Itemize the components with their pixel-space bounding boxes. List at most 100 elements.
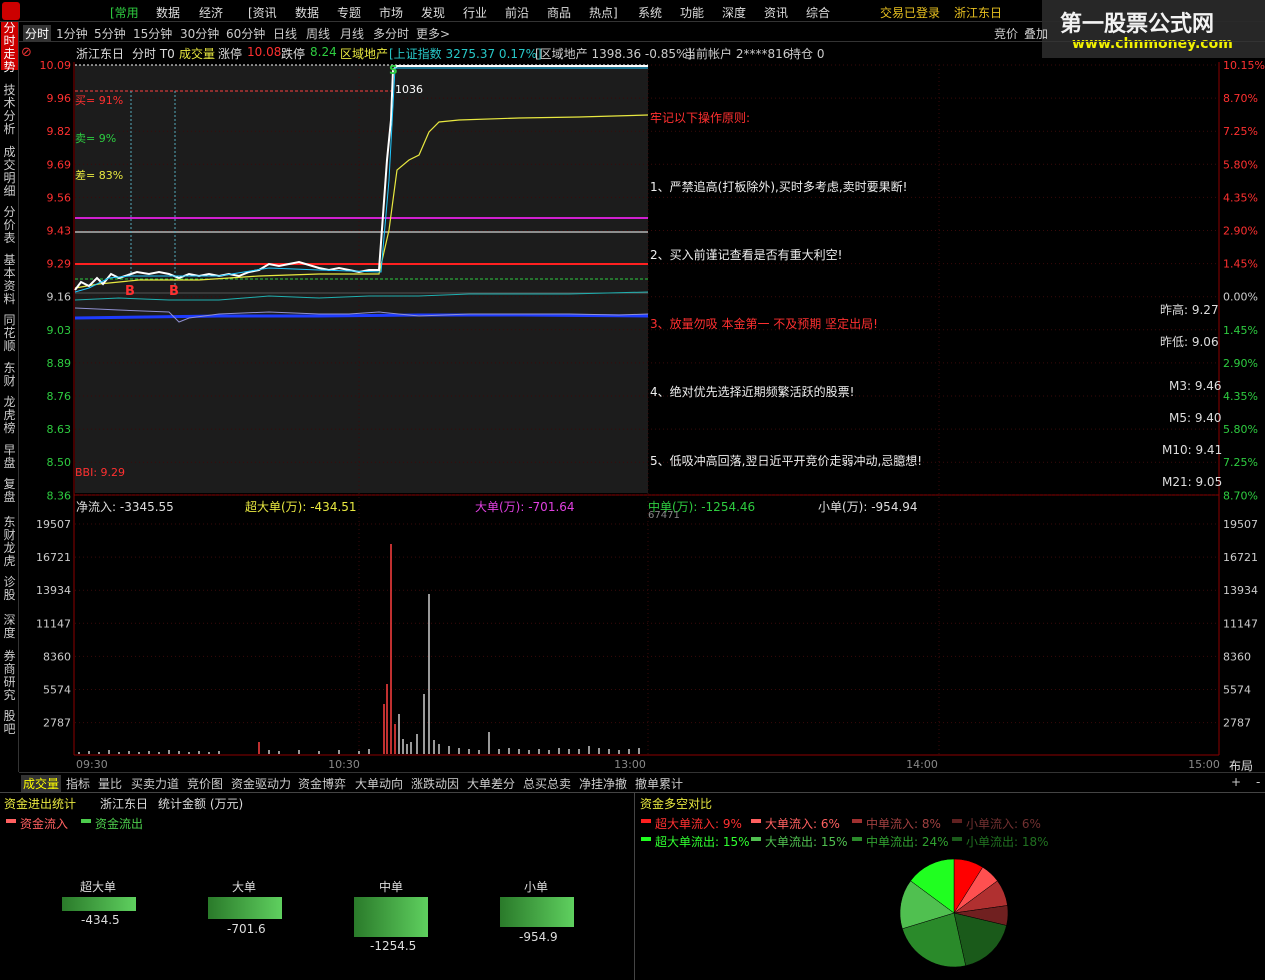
- menu-item-frontier[interactable]: 前沿: [505, 4, 529, 21]
- sidebar-item-dragon[interactable]: 龙虎榜: [1, 396, 18, 435]
- overlay-button[interactable]: 叠加: [1024, 25, 1048, 42]
- group-medium-value: -1254.5: [370, 939, 417, 953]
- period-bar: 分时 1分钟 5分钟 15分钟 30分钟 60分钟 日线 周线 月线 多分时 更…: [19, 22, 1265, 42]
- tab-big-diff[interactable]: 大单差分: [465, 775, 517, 792]
- menu-item-function[interactable]: 功能: [680, 4, 704, 21]
- pct-tick: 10.15%: [1223, 60, 1265, 72]
- stat-m3: M3: 9.46: [1169, 379, 1222, 393]
- chart-area[interactable]: 10.09 9.96 9.82 9.69 9.56 9.43 9.29 9.16 9.03 8.8…: [19, 60, 1265, 772]
- volume-tick: 2787: [43, 717, 71, 730]
- legend-small-out: 小单流出: 18%: [966, 835, 1049, 849]
- volume-tick-right: 19507: [1223, 518, 1258, 531]
- tab-fund-game[interactable]: 资金博弈: [296, 775, 348, 792]
- period-intraday[interactable]: 分时: [23, 25, 52, 42]
- period-30min[interactable]: 30分钟: [180, 25, 219, 42]
- period-more[interactable]: 更多>: [416, 25, 450, 42]
- price-tick: 9.16: [47, 291, 72, 304]
- note-4: 4、绝对优先选择近期频繁活跃的股票!: [650, 385, 855, 399]
- tab-remove-button[interactable]: -: [1254, 775, 1262, 789]
- tab-indicator[interactable]: 指标: [64, 775, 92, 792]
- tab-big-order[interactable]: 大单动向: [353, 775, 405, 792]
- price-tick: 9.43: [47, 225, 72, 238]
- pct-tick: 7.25%: [1223, 125, 1258, 138]
- stat-m21: M21: 9.05: [1162, 475, 1223, 489]
- sidebar-item-price-table[interactable]: 分价表: [1, 206, 18, 245]
- price-tick: 9.82: [47, 125, 72, 138]
- menu-item-data2[interactable]: 数据: [295, 4, 319, 21]
- tab-total-buy-sell[interactable]: 总买总卖: [521, 775, 573, 792]
- tab-auction-chart[interactable]: 竞价图: [185, 775, 225, 792]
- period-monthly[interactable]: 月线: [340, 25, 364, 42]
- menu-item-info[interactable]: 资讯: [764, 4, 788, 21]
- legend-swatch-6: [751, 837, 761, 841]
- sidebar-item-morning[interactable]: 早盘: [1, 444, 18, 470]
- login-status[interactable]: 交易已登录: [880, 4, 940, 21]
- menu-item-market[interactable]: 市场: [379, 4, 403, 21]
- legend-super-in: 超大单流入: 9%: [655, 817, 742, 831]
- menu-item-commodity[interactable]: 商品: [547, 4, 571, 21]
- tab-fund-drive[interactable]: 资金驱动力: [229, 775, 293, 792]
- tab-change-cause[interactable]: 涨跌动因: [409, 775, 461, 792]
- stat-m5: M5: 9.40: [1169, 411, 1222, 425]
- tab-volume-ratio[interactable]: 量比: [96, 775, 124, 792]
- tab-cancel-total[interactable]: 撤单累计: [633, 775, 685, 792]
- legend-out-swatch: [81, 819, 91, 823]
- pct-tick: 5.80%: [1223, 423, 1258, 436]
- note-3: 3、放量勿吸 本金第一 不及预期 坚定出局!: [650, 317, 878, 331]
- pct-tick: 1.45%: [1223, 258, 1258, 271]
- tab-add-button[interactable]: +: [1229, 775, 1243, 789]
- period-1min[interactable]: 1分钟: [56, 25, 88, 42]
- menu-item-hot[interactable]: 热点]: [589, 4, 618, 21]
- sidebar-item-ths[interactable]: 同花顺: [1, 314, 18, 353]
- sidebar-item-dongcai[interactable]: 东财: [1, 362, 18, 388]
- tab-volume[interactable]: 成交量: [21, 775, 62, 792]
- tab-buy-sell-force[interactable]: 买卖力道: [129, 775, 181, 792]
- sidebar-item-research[interactable]: 券商研究: [1, 650, 18, 702]
- left-sidebar: 分时走势 技术分析 成交明细 分价表 基本资料 同花顺 东财 龙虎榜 早盘 复盘…: [0, 22, 19, 772]
- sidebar-item-intraday[interactable]: 分时走势: [1, 22, 18, 74]
- sidebar-item-review[interactable]: 复盘: [1, 478, 18, 504]
- legend-medium-in: 中单流入: 8%: [866, 817, 941, 831]
- fund-pie-chart: [899, 858, 1009, 968]
- menu-item-topic[interactable]: 专题: [337, 4, 361, 21]
- sidebar-item-trades[interactable]: 成交明细: [1, 146, 18, 198]
- pct-tick: 2.90%: [1223, 225, 1258, 238]
- menu-item-composite[interactable]: 综合: [806, 4, 830, 21]
- period-multi[interactable]: 多分时: [373, 25, 409, 42]
- app-logo-icon[interactable]: [2, 2, 20, 20]
- stat-m10: M10: 9.41: [1162, 443, 1223, 457]
- legend-medium-out: 中单流出: 24%: [866, 835, 949, 849]
- period-60min[interactable]: 60分钟: [226, 25, 265, 42]
- legend-small-in: 小单流入: 6%: [966, 817, 1041, 831]
- pct-tick: 4.35%: [1223, 191, 1258, 204]
- legend-super-out: 超大单流出: 15%: [655, 835, 750, 849]
- period-weekly[interactable]: 周线: [306, 25, 330, 42]
- menu-item-depth[interactable]: 深度: [722, 4, 746, 21]
- menu-item-news[interactable]: [资讯: [248, 4, 277, 21]
- menu-item-economy[interactable]: 经济: [199, 4, 223, 21]
- sidebar-item-forum[interactable]: 股吧: [1, 710, 18, 736]
- sidebar-item-depth[interactable]: 深度: [1, 614, 18, 640]
- sidebar-item-dc-dragon[interactable]: 东财龙虎: [1, 516, 18, 568]
- stat-prev-low: 昨低: 9.06: [1160, 335, 1219, 349]
- menu-item-industry[interactable]: 行业: [463, 4, 487, 21]
- time-tick: 09:30: [76, 758, 108, 771]
- sidebar-item-technical[interactable]: 技术分析: [1, 84, 18, 136]
- menu-item-system[interactable]: 系统: [638, 4, 662, 21]
- pct-tick: 4.35%: [1223, 390, 1258, 403]
- sidebar-item-diagnose[interactable]: 诊股: [1, 576, 18, 602]
- peak-volume-label: 1036: [395, 83, 423, 96]
- time-tick: 13:00: [614, 758, 646, 771]
- period-5min[interactable]: 5分钟: [94, 25, 126, 42]
- menu-item-common[interactable]: [常用: [110, 4, 139, 21]
- tab-net-order[interactable]: 净挂净撤: [577, 775, 629, 792]
- note-title: 牢记以下操作原则:: [650, 111, 751, 125]
- group-large-bar: [208, 897, 282, 919]
- period-daily[interactable]: 日线: [273, 25, 297, 42]
- period-15min[interactable]: 15分钟: [133, 25, 172, 42]
- auction-button[interactable]: 竞价: [994, 25, 1018, 42]
- menu-item-discover[interactable]: 发现: [421, 4, 445, 21]
- sidebar-item-profile[interactable]: 基本资料: [1, 254, 18, 306]
- menu-item-data[interactable]: 数据: [156, 4, 180, 21]
- close-icon[interactable]: ⊘: [21, 45, 32, 60]
